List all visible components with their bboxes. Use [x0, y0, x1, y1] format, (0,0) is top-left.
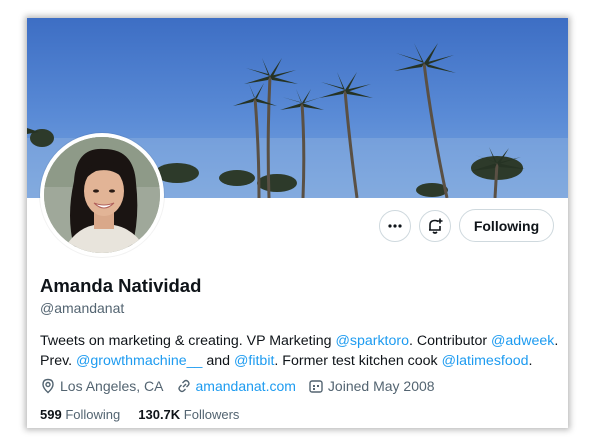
profile-card: Following Amanda Natividad @amandanat Tw… [27, 18, 568, 428]
profile-meta: Los Angeles, CA amandanat.com Joined May… [40, 378, 447, 394]
bio-text: and [202, 353, 234, 369]
profile-bio: Tweets on marketing & creating. VP Marke… [40, 331, 560, 371]
bio-mention-fitbit[interactable]: @fitbit [234, 353, 274, 369]
bio-text: . Former test kitchen cook [274, 353, 442, 369]
followers-count: 130.7K [138, 407, 181, 422]
bio-text: . [554, 333, 559, 349]
notifications-button[interactable] [419, 210, 451, 242]
location: Los Angeles, CA [40, 378, 164, 394]
following-label: Following [65, 407, 121, 422]
profile-name: Amanda Natividad [40, 275, 202, 296]
more-options-button[interactable] [379, 210, 411, 242]
ellipsis-icon [388, 224, 402, 228]
following-button[interactable]: Following [459, 209, 554, 242]
bio-text: . Contributor [409, 333, 492, 349]
profile-stats: 599 Following 130.7K Followers [40, 407, 257, 422]
location-pin-icon [42, 378, 54, 394]
bio-text: . [528, 353, 533, 369]
bio-text: Prev. [40, 353, 77, 369]
location-text: Los Angeles, CA [60, 378, 164, 394]
followers-label: Followers [183, 407, 240, 422]
followers-stat[interactable]: 130.7K Followers [138, 407, 239, 422]
following-count: 599 [40, 407, 62, 422]
profile-handle: @amandanat [40, 300, 125, 316]
bio-text: Tweets on marketing & creating. VP Marke… [40, 333, 336, 349]
calendar-icon [309, 380, 323, 393]
website[interactable]: amandanat.com [176, 378, 296, 394]
bio-mention-latimesfood[interactable]: @latimesfood [442, 353, 529, 369]
link-icon [177, 379, 190, 393]
following-stat[interactable]: 599 Following [40, 407, 120, 422]
bio-mention-sparktoro[interactable]: @sparktoro [335, 333, 409, 349]
bell-plus-icon [429, 218, 443, 234]
joined-text: Joined May 2008 [327, 378, 435, 394]
bio-mention-adweek[interactable]: @adweek [491, 333, 554, 349]
website-link[interactable]: amandanat.com [196, 378, 296, 394]
avatar[interactable] [40, 133, 164, 257]
joined-date: Joined May 2008 [308, 378, 435, 394]
avatar-photo [44, 137, 160, 253]
bio-mention-growthmachine[interactable]: @growthmachine__ [76, 353, 202, 369]
